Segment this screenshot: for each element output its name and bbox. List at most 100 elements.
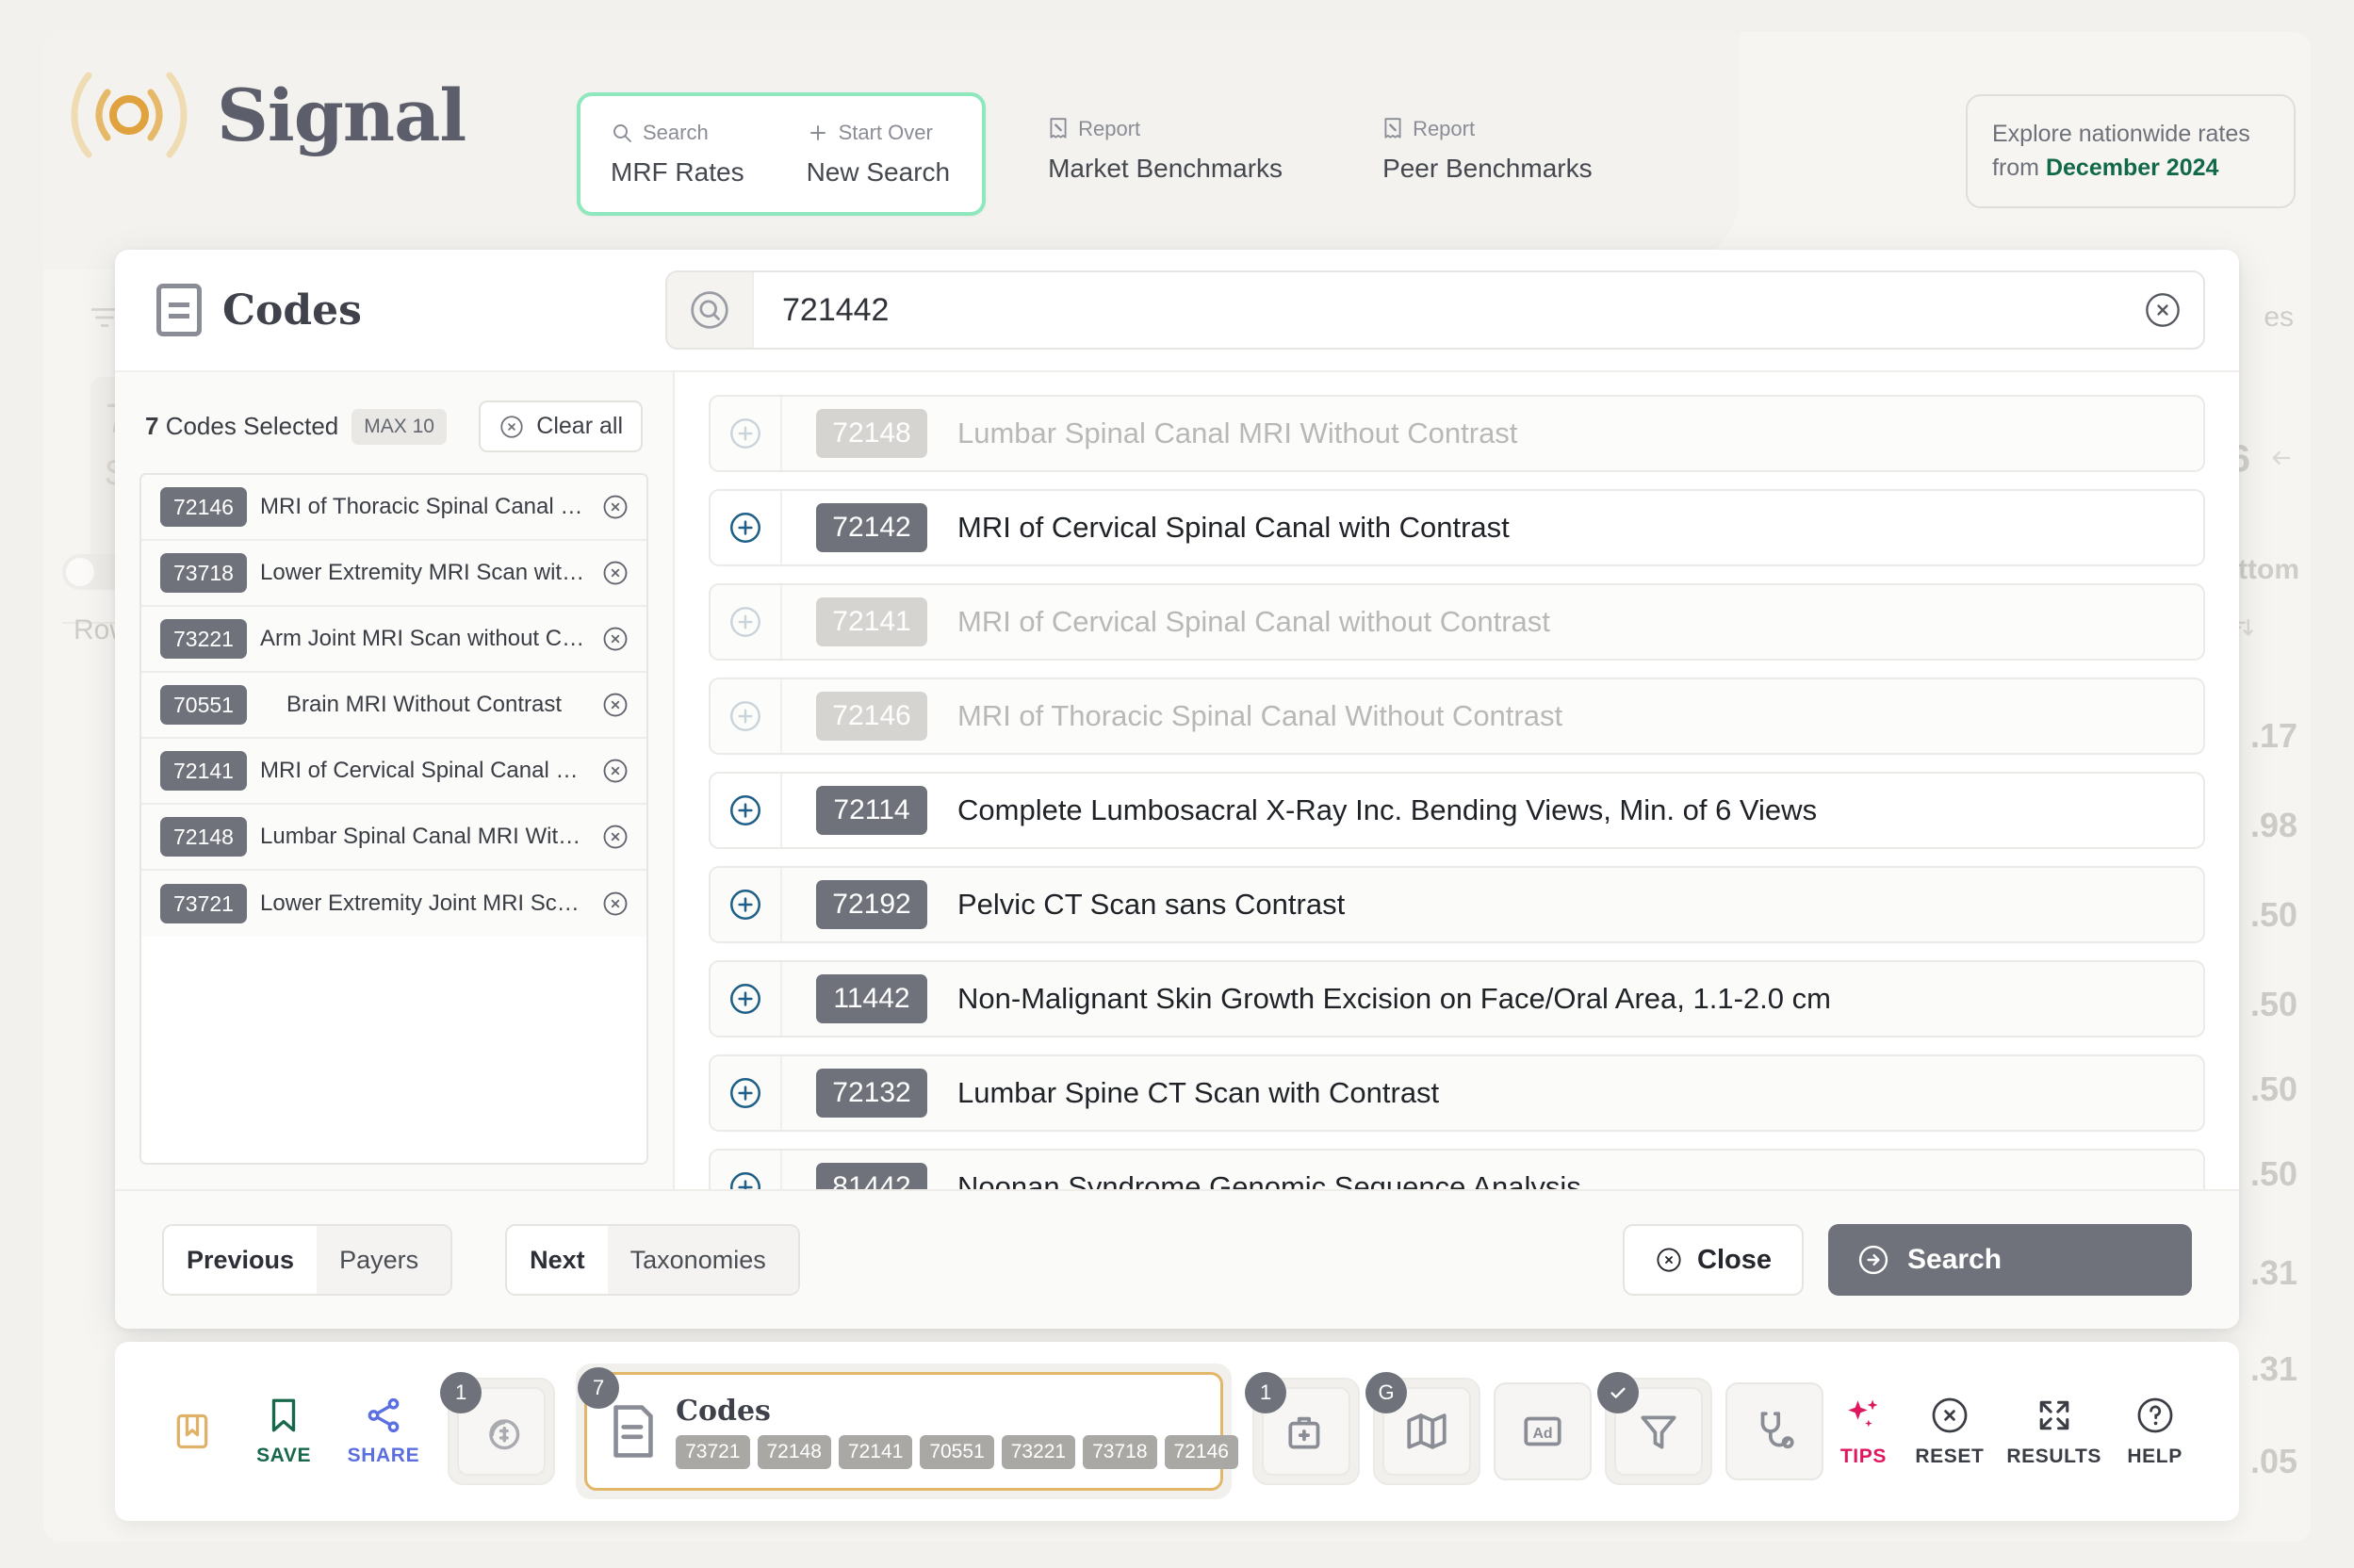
nav-item-market-benchmarks[interactable]: Report Market Benchmarks: [1016, 92, 1315, 216]
background-number: .31: [2249, 1253, 2297, 1292]
remove-circle-icon[interactable]: [601, 890, 629, 918]
document-lines-icon: [608, 1403, 659, 1460]
nav-kicker-label: Report: [1078, 117, 1141, 140]
plus-circle-icon[interactable]: [711, 510, 780, 546]
row-divider: [780, 774, 782, 847]
clear-all-button[interactable]: Clear all: [479, 400, 643, 452]
table-row[interactable]: 11442 Non-Malignant Skin Growth Excision…: [709, 960, 2205, 1037]
tips-button[interactable]: TIPS: [1823, 1395, 1904, 1468]
background-number: .98: [2249, 806, 2297, 844]
previous-step-button[interactable]: Previous Payers: [162, 1224, 453, 1296]
next-step-name: Taxonomies: [607, 1226, 798, 1294]
ad-tile[interactable]: Ad: [1494, 1382, 1593, 1480]
list-item[interactable]: 70551 Brain MRI Without Contrast: [141, 673, 646, 739]
code-results-list: 72148 Lumbar Spinal Canal MRI Without Co…: [675, 372, 2239, 1189]
remove-circle-icon[interactable]: [601, 625, 629, 653]
plus-circle-icon[interactable]: [711, 1075, 780, 1111]
codes-panel[interactable]: 7 Codes 73721 72148 72141 70551 73221 73…: [578, 1367, 1238, 1491]
selected-count: 7 Codes Selected MAX 10: [145, 408, 447, 445]
code-name: Lumbar Spinal Canal MRI Without ...: [260, 824, 601, 849]
nav-item-new-search[interactable]: Start Over New Search: [776, 96, 983, 212]
code-badge: 72132: [816, 1069, 927, 1118]
plus-circle-icon: [711, 604, 780, 640]
code-name: Arm Joint MRI Scan without Contr...: [260, 626, 601, 651]
search-submit-button[interactable]: Search: [1828, 1224, 2192, 1296]
map-icon: [1403, 1408, 1450, 1455]
modal-title-group: Codes: [156, 284, 665, 336]
code-badge: 72146: [160, 487, 247, 527]
explore-date: December 2024: [2045, 155, 2219, 182]
list-item[interactable]: 73718 Lower Extremity MRI Scan without .…: [141, 541, 646, 607]
row-divider: [780, 397, 782, 470]
table-row: 72148 Lumbar Spinal Canal MRI Without Co…: [709, 395, 2205, 472]
close-button[interactable]: Close: [1623, 1224, 1804, 1296]
code-badge: 72148: [160, 817, 247, 857]
list-item[interactable]: 72141 MRI of Cervical Spinal Canal witho…: [141, 739, 646, 805]
help-label: HELP: [2127, 1446, 2182, 1467]
nav-item-label: MRF Rates: [611, 157, 744, 187]
code-badge: 72192: [816, 880, 927, 929]
list-item[interactable]: 73721 Lower Extremity Joint MRI Scan wit…: [141, 871, 646, 937]
selected-count-number: 7: [145, 412, 159, 440]
remove-circle-icon[interactable]: [601, 493, 629, 521]
plus-circle-icon[interactable]: [711, 1169, 780, 1189]
table-row[interactable]: 72132 Lumbar Spine CT Scan with Contrast: [709, 1054, 2205, 1132]
share-icon: [364, 1396, 403, 1435]
geography-tile-wrapper[interactable]: G: [1365, 1372, 1481, 1485]
code-name: Noonan Syndrome Genomic Sequence Analysi…: [957, 1170, 1581, 1189]
code-badge: 11442: [816, 974, 927, 1023]
list-item[interactable]: 72146 MRI of Thoracic Spinal Canal Witho…: [141, 475, 646, 541]
taxonomy-tile[interactable]: [1725, 1382, 1824, 1480]
remove-circle-icon[interactable]: [601, 757, 629, 785]
selected-codes-header: 7 Codes Selected MAX 10 Clear all: [139, 395, 648, 473]
app-header: Signal Search MRF Rates Start Over New S…: [0, 0, 2354, 236]
nav-item-mrf-rates[interactable]: Search MRF Rates: [580, 96, 776, 212]
bookmark-icon: [264, 1396, 303, 1435]
brand-logo[interactable]: Signal: [58, 58, 466, 172]
background-number: .31: [2249, 1349, 2297, 1388]
reset-button[interactable]: RESET: [1904, 1395, 1996, 1468]
modal-body: 7 Codes Selected MAX 10 Clear all 72146 …: [115, 370, 2239, 1189]
code-name: Pelvic CT Scan sans Contrast: [957, 888, 1346, 921]
plus-circle-icon[interactable]: [711, 981, 780, 1017]
search-icon: [611, 122, 633, 144]
ad-box-icon: Ad: [1519, 1408, 1566, 1455]
clear-search-icon[interactable]: [2122, 291, 2203, 329]
bookmark-button[interactable]: [156, 1411, 227, 1452]
code-name: Lumbar Spinal Canal MRI Without Contrast: [957, 416, 1518, 449]
expand-icon: [2034, 1395, 2075, 1436]
search-input[interactable]: [754, 272, 2122, 348]
table-row[interactable]: 72114 Complete Lumbosacral X-Ray Inc. Be…: [709, 772, 2205, 849]
nav-item-peer-benchmarks[interactable]: Report Peer Benchmarks: [1350, 92, 1625, 216]
plus-circle-icon[interactable]: [711, 887, 780, 923]
next-step-button[interactable]: Next Taxonomies: [505, 1224, 800, 1296]
plus-circle-icon[interactable]: [711, 792, 780, 828]
table-row[interactable]: 81442 Noonan Syndrome Genomic Sequence A…: [709, 1149, 2205, 1189]
save-button[interactable]: SAVE: [248, 1396, 319, 1467]
code-chip: 73718: [1083, 1434, 1157, 1469]
search-circle-icon: [667, 272, 754, 348]
nav-kicker-label: Start Over: [838, 121, 933, 144]
code-chip: 72148: [757, 1434, 831, 1469]
geography-badge: G: [1365, 1372, 1408, 1413]
table-row[interactable]: 72142 MRI of Cervical Spinal Canal with …: [709, 489, 2205, 566]
code-chip: 72141: [838, 1434, 913, 1469]
table-row[interactable]: 72192 Pelvic CT Scan sans Contrast: [709, 866, 2205, 943]
nav-item-label: New Search: [806, 157, 951, 187]
remove-circle-icon[interactable]: [601, 559, 629, 587]
filter-applied-badge: [1597, 1372, 1640, 1413]
search-submit-label: Search: [1907, 1244, 2003, 1275]
list-item[interactable]: 72148 Lumbar Spinal Canal MRI Without ..…: [141, 805, 646, 871]
explore-nationwide-rates-box[interactable]: Explore nationwide rates from December 2…: [1966, 94, 2296, 208]
providers-tile-wrapper[interactable]: 1: [1245, 1372, 1361, 1485]
payers-tile-wrapper[interactable]: 1: [440, 1372, 556, 1485]
results-button[interactable]: RESULTS: [1996, 1395, 2112, 1468]
list-item[interactable]: 73221 Arm Joint MRI Scan without Contr..…: [141, 607, 646, 673]
share-button[interactable]: SHARE: [340, 1396, 427, 1467]
remove-circle-icon[interactable]: [601, 823, 629, 851]
codes-modal: Codes 721442 7 Codes Selected MAX 10 Cle…: [115, 250, 2239, 1329]
help-button[interactable]: HELP: [2112, 1395, 2198, 1468]
modal-footer: Previous Payers Next Taxonomies Close Se…: [115, 1189, 2239, 1329]
filter-tile-wrapper[interactable]: [1597, 1372, 1713, 1485]
remove-circle-icon[interactable]: [601, 691, 629, 719]
